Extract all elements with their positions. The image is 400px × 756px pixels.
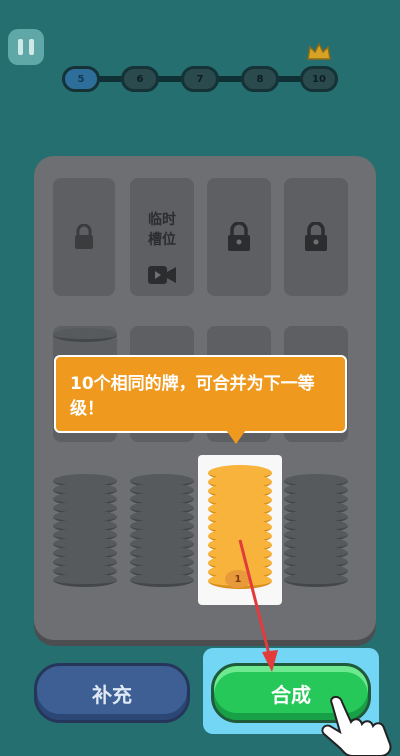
tile-stack[interactable]	[53, 474, 117, 590]
level-node-10: 10	[300, 66, 338, 92]
locked-slot[interactable]	[53, 178, 115, 296]
lock-icon	[305, 222, 327, 251]
tooltip-text: 10个相同的牌，可合并为下一等级！	[70, 374, 315, 419]
tooltip-tail	[226, 430, 246, 444]
level-node-8: 8	[241, 66, 279, 92]
temp-slot[interactable]: 临时 槽位	[130, 178, 194, 296]
hand-pointer-icon	[321, 696, 392, 756]
level-progress: 5 6 7 8 10	[0, 0, 400, 110]
tile-level-badge: 1	[225, 570, 251, 588]
level-node-7: 7	[181, 66, 219, 92]
locked-slot[interactable]	[284, 178, 348, 296]
level-node-6: 6	[121, 66, 159, 92]
tutorial-tooltip: 10个相同的牌，可合并为下一等级！	[54, 355, 347, 433]
lock-icon	[75, 224, 93, 249]
temp-slot-label-line2: 槽位	[148, 232, 176, 248]
video-icon	[148, 266, 176, 284]
merge-button-label: 合成	[271, 682, 311, 707]
crown-icon	[307, 42, 331, 60]
temp-slot-label-line1: 临时	[148, 212, 176, 228]
tile-stack[interactable]	[284, 474, 348, 590]
refill-button-label: 补充	[92, 682, 132, 707]
tile-disc	[53, 328, 117, 342]
tile-stack[interactable]	[130, 474, 194, 590]
locked-slot[interactable]	[207, 178, 271, 296]
level-node-5: 5	[62, 66, 100, 92]
refill-button[interactable]: 补充	[34, 663, 190, 723]
lock-icon	[228, 222, 250, 251]
